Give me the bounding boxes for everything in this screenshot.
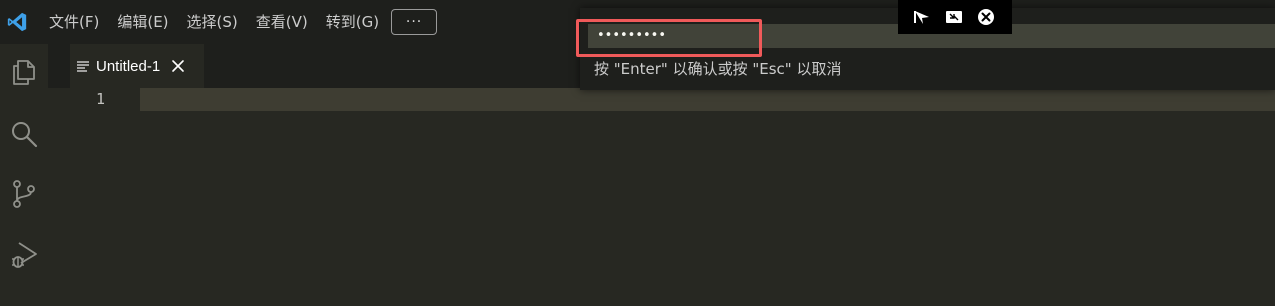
menu-edit[interactable]: 编辑(E) [108, 0, 177, 44]
close-circle-icon[interactable] [977, 8, 995, 26]
menu-go[interactable]: 转到(G) [317, 0, 388, 44]
line-number: 1 [96, 90, 106, 108]
highlight-box [576, 19, 762, 57]
files-icon[interactable] [9, 57, 39, 87]
overlay-toolbar [898, 0, 1012, 34]
search-icon[interactable] [9, 119, 39, 149]
collapse-icon[interactable] [945, 8, 963, 26]
run-debug-icon[interactable] [9, 240, 39, 270]
menu-file[interactable]: 文件(F) [40, 0, 108, 44]
quick-input-message: 按 "Enter" 以确认或按 "Esc" 以取消 [594, 60, 842, 78]
send-icon[interactable] [913, 8, 931, 26]
tab-untitled-1[interactable]: Untitled-1 [70, 44, 204, 88]
menu-view[interactable]: 查看(V) [247, 0, 317, 44]
current-line-highlight [140, 88, 1275, 111]
menu-selection[interactable]: 选择(S) [178, 0, 247, 44]
editor-area[interactable]: 1 [48, 88, 1275, 306]
activity-bar [0, 44, 48, 306]
source-control-icon[interactable] [9, 179, 39, 209]
vscode-logo-icon [7, 12, 27, 32]
menu-more-button[interactable]: ··· [391, 9, 438, 35]
file-icon [77, 61, 89, 72]
tab-label: Untitled-1 [96, 57, 161, 75]
close-icon[interactable] [170, 58, 186, 74]
menu-bar: 文件(F) 编辑(E) 选择(S) 查看(V) 转到(G) ··· [40, 0, 438, 44]
